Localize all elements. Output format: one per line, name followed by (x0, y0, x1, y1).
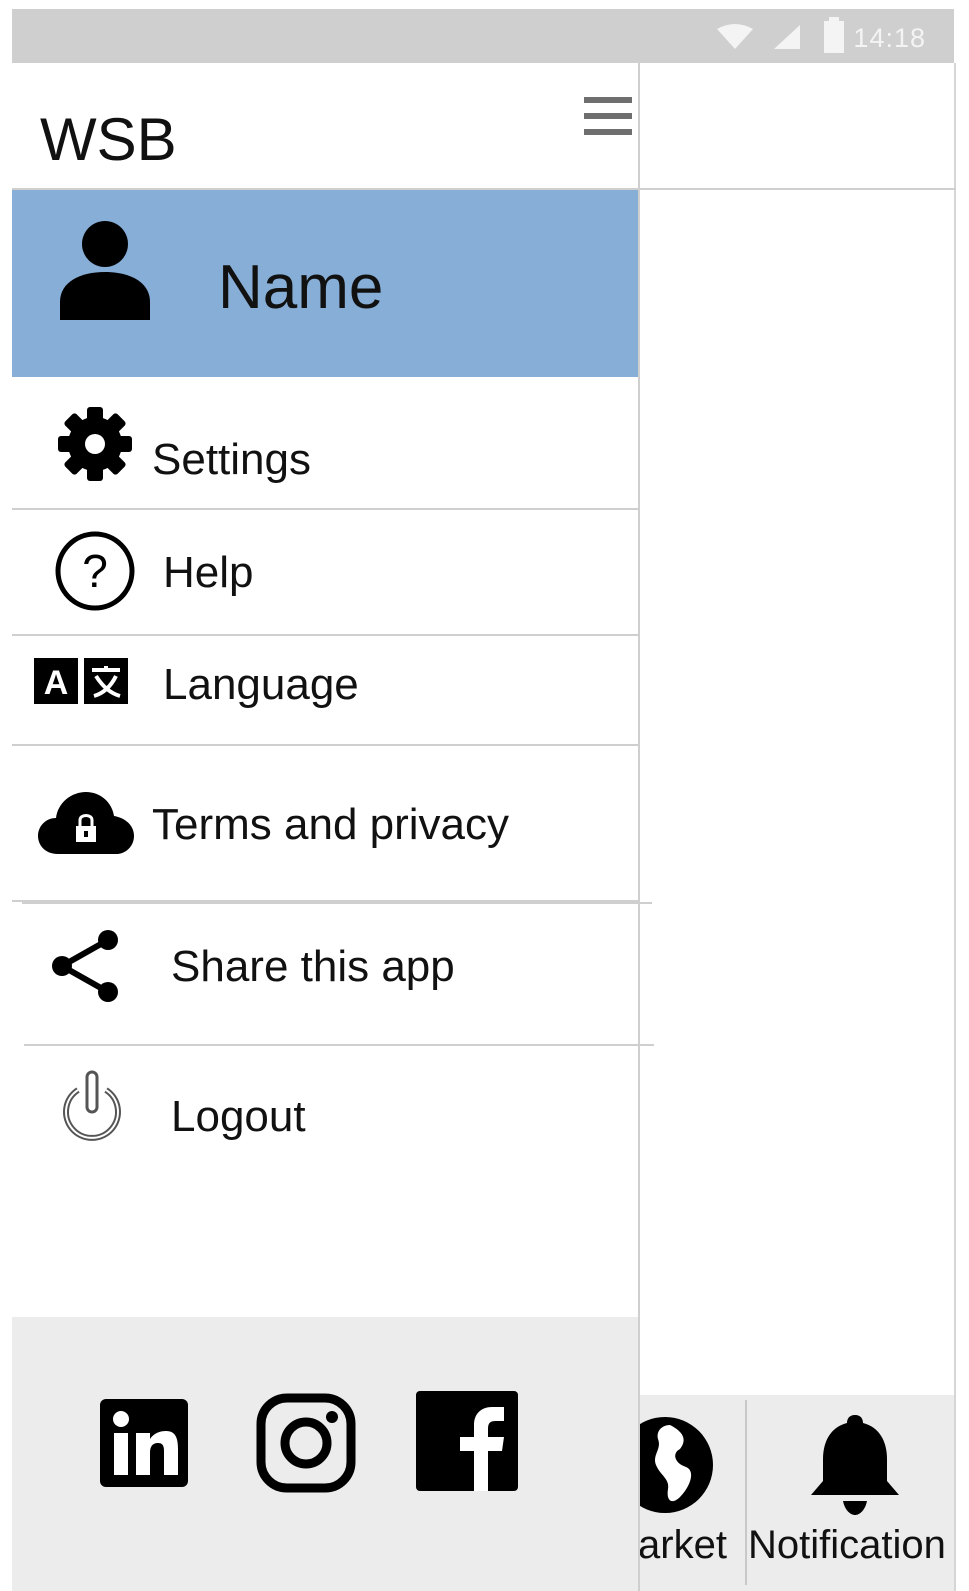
battery-icon (824, 17, 844, 53)
cloud-lock-icon (38, 792, 134, 854)
profile-name: Name (218, 253, 384, 322)
menu-item-label: Share this app (171, 942, 455, 991)
menu-item-terms-and-privacy[interactable]: Terms and privacy (12, 746, 638, 902)
menu-item-language[interactable]: A Language (12, 636, 638, 746)
status-bar: 14:18 (12, 9, 954, 63)
menu-icon[interactable] (584, 97, 632, 137)
help-circle-icon: ? (55, 531, 135, 611)
menu-item-label: Logout (171, 1092, 306, 1141)
person-icon (60, 221, 150, 320)
divider (24, 1044, 654, 1046)
bottom-nav-label: arket (638, 1523, 727, 1567)
menu-item-label: Terms and privacy (152, 800, 510, 849)
instagram-icon[interactable] (256, 1393, 356, 1493)
social-links (12, 1317, 638, 1591)
wifi-icon (717, 24, 753, 49)
menu-item-label: Settings (152, 435, 311, 484)
linkedin-icon[interactable] (100, 1399, 188, 1487)
bell-icon (811, 1415, 899, 1515)
app-title: WSB (40, 106, 177, 173)
bottom-nav-item-market[interactable]: arket (617, 1395, 745, 1591)
svg-text:A: A (44, 664, 69, 702)
power-icon (63, 1070, 121, 1141)
facebook-icon[interactable] (416, 1391, 518, 1491)
share-icon (52, 930, 118, 1002)
svg-text:?: ? (82, 545, 108, 597)
divider (22, 902, 652, 904)
bottom-nav-label: Notification (748, 1523, 946, 1567)
drawer-header: WSB (12, 63, 638, 190)
menu-item-label: Help (163, 548, 254, 597)
signal-icon (774, 25, 800, 49)
app-header-divider (640, 188, 956, 190)
bottom-nav-item-notification[interactable]: Notification (747, 1395, 954, 1591)
menu-item-logout[interactable]: Logout (12, 1048, 638, 1188)
profile-header[interactable]: Name (12, 190, 638, 377)
menu-item-share-this-app[interactable]: Share this app (12, 902, 654, 1046)
menu-item-label: Language (163, 660, 359, 709)
status-time: 14:18 (853, 23, 926, 53)
menu-item-help[interactable]: ? Help (12, 510, 638, 636)
menu-item-settings[interactable]: Settings (12, 377, 638, 510)
navigation-drawer: WSB Name Settings ? Help A Language Term… (12, 63, 654, 1591)
gear-icon (58, 407, 132, 481)
bottom-nav: arket Notification (617, 1395, 954, 1591)
translate-icon: A (34, 658, 128, 704)
